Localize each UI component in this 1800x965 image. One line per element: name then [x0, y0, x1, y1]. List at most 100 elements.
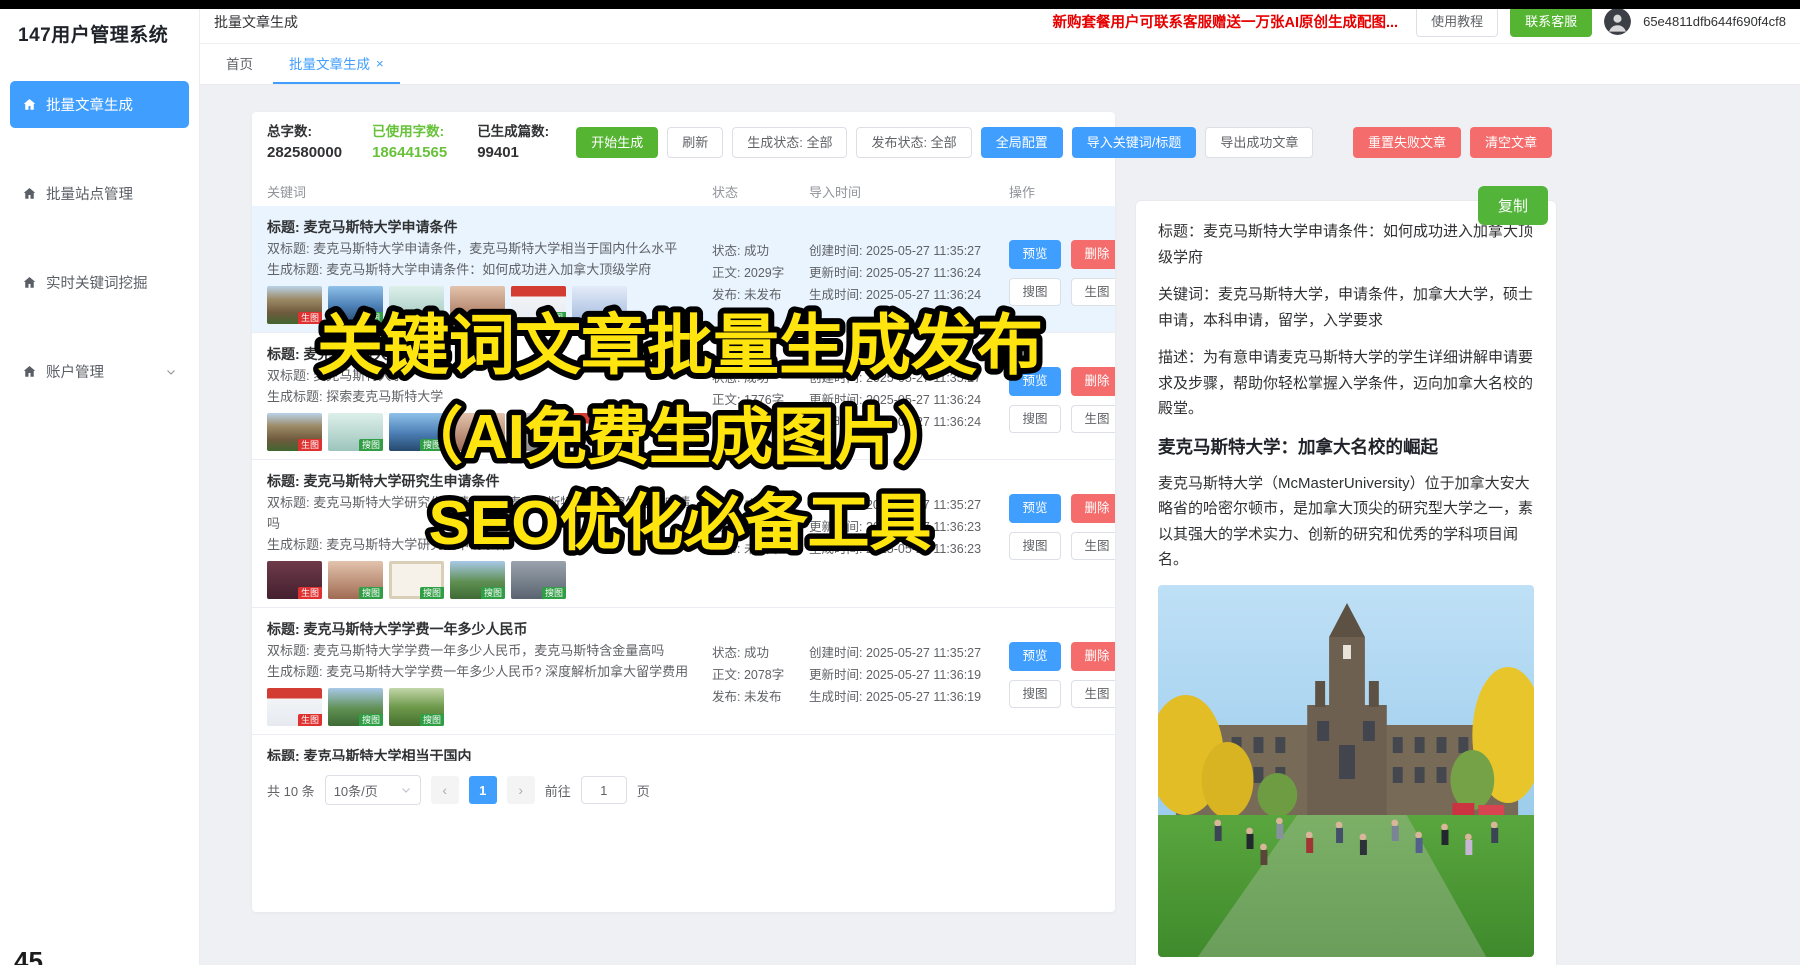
prev-page-button[interactable]: ‹: [431, 776, 459, 804]
wordcount-line: 正文: 2035字: [712, 516, 809, 538]
refresh-button[interactable]: 刷新: [667, 127, 723, 158]
thumbnail-strip: 生图搜图搜图搜图搜图: [267, 561, 702, 599]
thumbnail-badge: 搜图: [359, 714, 383, 726]
reset-failed-button[interactable]: 重置失败文章: [1353, 127, 1461, 158]
publish-line: 发布: 未发布: [712, 411, 809, 433]
search-image-button[interactable]: 搜图: [1009, 532, 1061, 561]
corner-number: 45: [14, 946, 43, 965]
delete-button[interactable]: 删除: [1071, 367, 1115, 396]
thumbnail-strip: 生图搜图搜图搜图搜图搜图: [267, 413, 702, 451]
generate-image-button[interactable]: 生图: [1071, 680, 1115, 709]
tab-批量文章生成[interactable]: 批量文章生成×: [273, 44, 400, 84]
stat-block: 总字数:282580000: [267, 122, 342, 163]
contact-support-button[interactable]: 联系客服: [1510, 6, 1592, 37]
wordcount-line: 正文: 1776字: [712, 389, 809, 411]
article-double-title: 双标题: 麦克马斯特大学申请条件，麦克马斯特大学相当于国内什么水平: [267, 238, 702, 259]
stat-block: 已生成篇数:99401: [477, 122, 549, 163]
next-page-button[interactable]: ›: [507, 776, 535, 804]
article-thumbnail[interactable]: 搜图: [450, 561, 505, 599]
table-row: 标题: 麦克马斯特大学相当于国内双标题: 麦克马斯特大学相当于国内，麦克马斯特大…: [252, 735, 1115, 761]
status-line: 状态: 成功: [712, 642, 809, 664]
article-thumbnail[interactable]: 搜图: [389, 561, 444, 599]
generate-status-filter[interactable]: 生成状态: 全部: [732, 127, 847, 158]
article-thumbnail[interactable]: 生图: [267, 413, 322, 451]
thumbnail-strip: 生图搜图搜图搜图搜图搜图: [267, 286, 702, 324]
article-thumbnail[interactable]: 搜图: [389, 413, 444, 451]
page-size-select[interactable]: 10条/页: [325, 775, 421, 805]
created-line: 创建时间: 2025-05-27 11:35:27: [809, 494, 995, 516]
article-thumbnail[interactable]: 搜图: [572, 413, 627, 451]
article-thumbnail[interactable]: 搜图: [511, 413, 566, 451]
video-top-bar: [0, 0, 1800, 9]
article-thumbnail[interactable]: 搜图: [511, 561, 566, 599]
sidebar-item[interactable]: 实时关键词挖掘: [10, 259, 189, 306]
delete-button[interactable]: 删除: [1071, 642, 1115, 671]
preview-button[interactable]: 预览: [1009, 240, 1061, 269]
article-thumbnail[interactable]: 搜图: [511, 286, 566, 324]
preview-button[interactable]: 预览: [1009, 494, 1061, 523]
article-thumbnail[interactable]: 搜图: [572, 286, 627, 324]
clear-articles-button[interactable]: 清空文章: [1470, 127, 1552, 158]
tutorial-button[interactable]: 使用教程: [1416, 6, 1498, 37]
copy-button[interactable]: 复制: [1478, 186, 1548, 225]
article-thumbnail[interactable]: 搜图: [328, 561, 383, 599]
import-keywords-button[interactable]: 导入关键词/标题: [1072, 127, 1197, 158]
chevron-down-icon: [165, 366, 177, 378]
generate-image-button[interactable]: 生图: [1071, 405, 1115, 434]
publish-line: 发布: 未发布: [712, 538, 809, 560]
campus-photo: [1158, 585, 1534, 957]
search-image-button[interactable]: 搜图: [1009, 680, 1061, 709]
generate-image-button[interactable]: 生图: [1071, 278, 1115, 307]
search-image-button[interactable]: 搜图: [1009, 405, 1061, 434]
wordcount-line: 正文: 2029字: [712, 262, 809, 284]
article-thumbnail[interactable]: 生图: [267, 286, 322, 324]
article-thumbnail[interactable]: 生图: [267, 561, 322, 599]
chevron-down-icon: [400, 784, 412, 796]
publish-line: 发布: 未发布: [712, 686, 809, 708]
thumbnail-badge: 搜图: [420, 312, 444, 324]
article-thumbnail[interactable]: 搜图: [328, 688, 383, 726]
promo-notice[interactable]: 新购套餐用户可联系客服赠送一万张AI原创生成配图...: [1052, 11, 1398, 32]
article-title: 标题: 麦克马斯特大学学费一年多少人民币: [267, 618, 702, 640]
table-header: 关键词 状态 导入时间 操作: [252, 176, 1115, 206]
start-generate-button[interactable]: 开始生成: [576, 127, 658, 158]
goto-page-input[interactable]: [581, 776, 627, 804]
export-articles-button[interactable]: 导出成功文章: [1205, 127, 1313, 158]
thumbnail-badge: 搜图: [603, 439, 627, 451]
article-thumbnail[interactable]: 搜图: [389, 286, 444, 324]
article-thumbnail[interactable]: 搜图: [450, 413, 505, 451]
article-title: 标题: 麦克马斯特大学: [267, 343, 702, 365]
preview-paragraph: 麦克马斯特大学（McMasterUniversity）位于加拿大安大略省的哈密尔…: [1158, 471, 1534, 573]
updated-line: 更新时间: 2025-05-27 11:36:19: [809, 664, 995, 686]
avatar[interactable]: [1604, 8, 1631, 35]
preview-button[interactable]: 预览: [1009, 642, 1061, 671]
col-status: 状态: [712, 182, 809, 201]
page-number-button[interactable]: 1: [469, 776, 497, 804]
article-title: 标题: 麦克马斯特大学相当于国内: [267, 745, 702, 761]
table-row: 标题: 麦克马斯特大学学费一年多少人民币双标题: 麦克马斯特大学学费一年多少人民…: [252, 608, 1115, 735]
publish-status-filter[interactable]: 发布状态: 全部: [856, 127, 971, 158]
updated-line: 更新时间: 2025-05-27 11:36:24: [809, 389, 995, 411]
article-thumbnail[interactable]: 搜图: [389, 688, 444, 726]
delete-button[interactable]: 删除: [1071, 240, 1115, 269]
sidebar-item[interactable]: 批量文章生成: [10, 81, 189, 128]
user-id: 65e4811dfb644f690f4cf8: [1643, 14, 1786, 29]
tab-首页[interactable]: 首页: [210, 44, 269, 84]
article-thumbnail[interactable]: 搜图: [328, 286, 383, 324]
article-thumbnail[interactable]: 搜图: [328, 413, 383, 451]
thumbnail-badge: 生图: [298, 587, 322, 599]
article-thumbnail[interactable]: 生图: [267, 688, 322, 726]
search-image-button[interactable]: 搜图: [1009, 278, 1061, 307]
article-generated-title: 生成标题: 探索麦克马斯特大学: [267, 386, 702, 407]
delete-button[interactable]: 删除: [1071, 494, 1115, 523]
article-generated-title: 生成标题: 麦克马斯特大学研究生申请条件: [267, 534, 702, 555]
global-config-button[interactable]: 全局配置: [981, 127, 1063, 158]
sidebar-item[interactable]: 批量站点管理: [10, 170, 189, 217]
article-list: 标题: 麦克马斯特大学申请条件双标题: 麦克马斯特大学申请条件，麦克马斯特大学相…: [252, 206, 1115, 761]
thumbnail-badge: 生图: [298, 714, 322, 726]
close-icon[interactable]: ×: [376, 56, 384, 71]
sidebar-item[interactable]: 账户管理: [10, 348, 189, 395]
preview-button[interactable]: 预览: [1009, 367, 1061, 396]
generate-image-button[interactable]: 生图: [1071, 532, 1115, 561]
article-thumbnail[interactable]: 搜图: [450, 286, 505, 324]
